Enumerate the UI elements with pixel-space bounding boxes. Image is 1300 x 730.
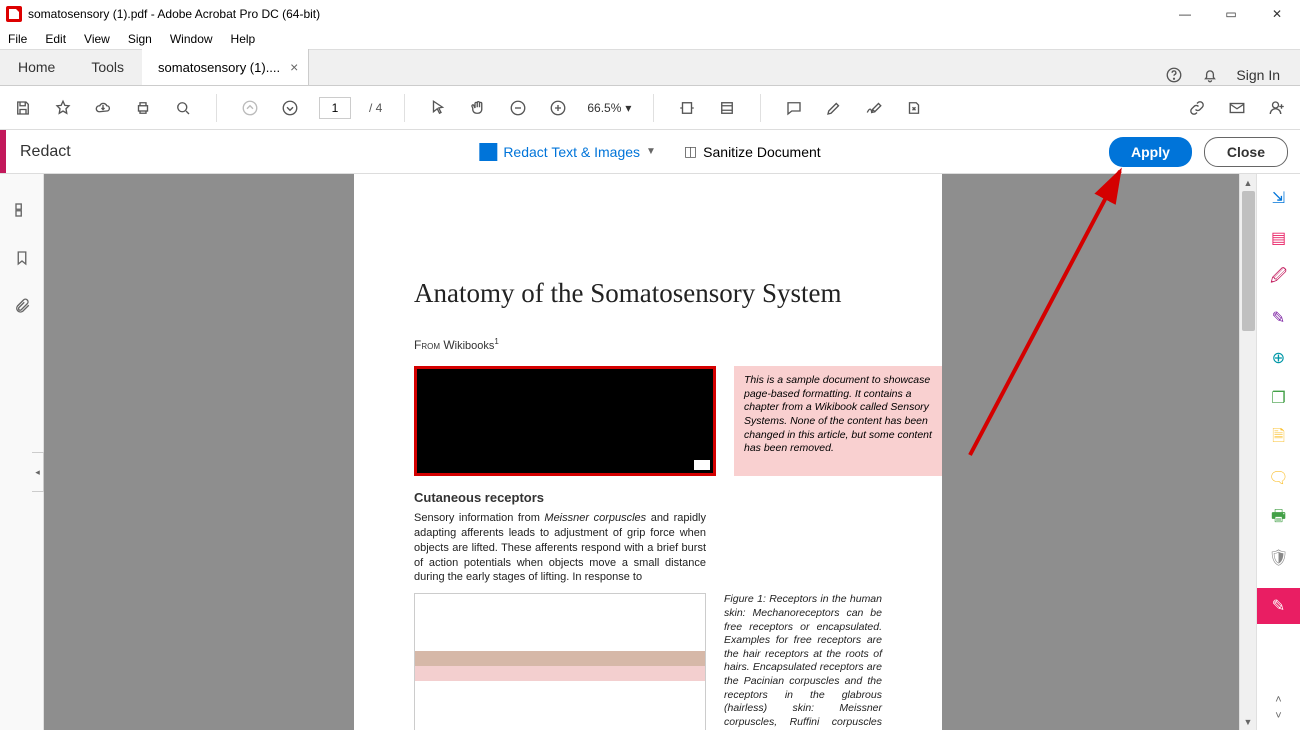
attachment-icon[interactable] xyxy=(12,296,32,316)
save-icon[interactable] xyxy=(12,97,34,119)
separator xyxy=(653,94,654,122)
document-viewport[interactable]: Anatomy of the Somatosensory System From… xyxy=(44,174,1239,730)
tools-scroll-down-icon[interactable]: ˅ xyxy=(1273,708,1283,724)
menu-view[interactable]: View xyxy=(84,32,110,46)
create-pdf-icon[interactable]: ▤ xyxy=(1269,228,1289,248)
figure-image xyxy=(414,593,706,730)
menu-window[interactable]: Window xyxy=(170,32,213,46)
hand-icon[interactable] xyxy=(467,97,489,119)
separator xyxy=(404,94,405,122)
redact-toolbar: Redact Redact Text & Images ▼ ◫ Sanitize… xyxy=(0,130,1300,174)
menu-edit[interactable]: Edit xyxy=(45,32,66,46)
redact-text-label: Redact Text & Images xyxy=(503,144,640,160)
menu-sign[interactable]: Sign xyxy=(128,32,152,46)
close-tab-icon[interactable]: × xyxy=(290,59,298,75)
menu-file[interactable]: File xyxy=(8,32,27,46)
chevron-down-icon: ▼ xyxy=(646,146,656,157)
star-icon[interactable] xyxy=(52,97,74,119)
redaction-mark[interactable] xyxy=(414,366,716,476)
menu-help[interactable]: Help xyxy=(231,32,256,46)
page-total: / 4 xyxy=(369,101,382,115)
separator xyxy=(760,94,761,122)
chevron-down-icon: ▾ xyxy=(625,101,631,115)
cloud-icon[interactable] xyxy=(92,97,114,119)
pdf-page: Anatomy of the Somatosensory System From… xyxy=(354,174,942,730)
help-icon[interactable] xyxy=(1164,65,1184,85)
zoom-out-icon[interactable] xyxy=(507,97,529,119)
sign-icon[interactable] xyxy=(863,97,885,119)
combine-icon[interactable]: ⊕ xyxy=(1269,348,1289,368)
redact-icon xyxy=(479,143,497,161)
right-tools-panel: ⇲ ▤ 🖉 ✎ ⊕ ❐ 🗎 🗨 🖶 🛡 ✎ ˄ ˅ xyxy=(1256,174,1300,730)
redact-title: Redact xyxy=(6,143,71,161)
edit-pdf-icon[interactable]: 🖉 xyxy=(1269,268,1289,288)
zoom-value: 66.5% xyxy=(587,101,621,115)
app-icon xyxy=(6,6,22,22)
sample-notice: This is a sample document to showcase pa… xyxy=(734,366,942,476)
pointer-icon[interactable] xyxy=(427,97,449,119)
main-area: ◂ Anatomy of the Somatosensory System Fr… xyxy=(0,174,1300,730)
minimize-button[interactable]: — xyxy=(1162,0,1208,28)
organize-icon[interactable]: ❐ xyxy=(1269,388,1289,408)
apply-button[interactable]: Apply xyxy=(1109,137,1192,167)
sanitize-icon: ◫ xyxy=(684,143,697,160)
tab-bar: Home Tools somatosensory (1).... × Sign … xyxy=(0,50,1300,86)
link-icon[interactable] xyxy=(1186,97,1208,119)
bell-icon[interactable] xyxy=(1200,65,1220,85)
compress-icon[interactable]: 🗎 xyxy=(1269,428,1289,448)
tab-tools[interactable]: Tools xyxy=(73,49,142,85)
page-source: From Wikibooks1 xyxy=(414,337,882,352)
redact-tool-active[interactable]: ✎ xyxy=(1257,588,1300,624)
export-pdf-icon[interactable]: ⇲ xyxy=(1269,188,1289,208)
menu-bar: File Edit View Sign Window Help xyxy=(0,28,1300,50)
scroll-up-icon[interactable]: ▲ xyxy=(1240,174,1256,191)
redact-text-images[interactable]: Redact Text & Images ▼ xyxy=(479,143,656,161)
scroll-thumb[interactable] xyxy=(1242,191,1255,331)
zoom-select[interactable]: 66.5% ▾ xyxy=(587,101,631,115)
print-tool-icon[interactable]: 🖶 xyxy=(1269,508,1289,528)
scroll-down-icon[interactable]: ▼ xyxy=(1240,713,1256,730)
page-up-icon[interactable] xyxy=(239,97,261,119)
tools-scroll-up-icon[interactable]: ˄ xyxy=(1273,692,1283,708)
fit-page-icon[interactable] xyxy=(716,97,738,119)
page-down-icon[interactable] xyxy=(279,97,301,119)
thumbnails-icon[interactable] xyxy=(12,200,32,220)
subheading: Cutaneous receptors xyxy=(414,490,882,505)
window-title: somatosensory (1).pdf - Adobe Acrobat Pr… xyxy=(28,7,320,21)
scroll-track[interactable] xyxy=(1240,191,1256,713)
figure-caption: Figure 1: Receptors in the human skin: M… xyxy=(724,593,882,730)
mail-icon[interactable] xyxy=(1226,97,1248,119)
title-bar: somatosensory (1).pdf - Adobe Acrobat Pr… xyxy=(0,0,1300,28)
page-number-input[interactable] xyxy=(319,97,351,119)
fit-width-icon[interactable] xyxy=(676,97,698,119)
body-paragraph: Sensory information from Meissner corpus… xyxy=(414,511,706,585)
tab-home[interactable]: Home xyxy=(0,49,73,85)
left-panel: ◂ xyxy=(0,174,44,730)
sign-in-link[interactable]: Sign In xyxy=(1236,67,1280,83)
comment-icon[interactable] xyxy=(783,97,805,119)
document-tab[interactable]: somatosensory (1).... × xyxy=(142,49,309,85)
sanitize-label: Sanitize Document xyxy=(703,144,821,160)
share-user-icon[interactable] xyxy=(1266,97,1288,119)
zoom-in-icon[interactable] xyxy=(547,97,569,119)
sanitize-document[interactable]: ◫ Sanitize Document xyxy=(684,143,821,160)
search-icon[interactable] xyxy=(172,97,194,119)
page-heading: Anatomy of the Somatosensory System xyxy=(414,278,882,309)
sign-doc-icon[interactable]: ✎ xyxy=(1269,308,1289,328)
protect-icon[interactable]: 🛡 xyxy=(1269,548,1289,568)
highlight-icon[interactable] xyxy=(823,97,845,119)
main-toolbar: / 4 66.5% ▾ xyxy=(0,86,1300,130)
close-window-button[interactable]: ✕ xyxy=(1254,0,1300,28)
note-icon[interactable]: 🗨 xyxy=(1269,468,1289,488)
bookmark-icon[interactable] xyxy=(12,248,32,268)
expand-left-panel[interactable]: ◂ xyxy=(32,452,44,492)
stamp-icon[interactable] xyxy=(903,97,925,119)
vertical-scrollbar[interactable]: ▲ ▼ xyxy=(1239,174,1256,730)
document-tab-label: somatosensory (1).... xyxy=(158,60,280,75)
separator xyxy=(216,94,217,122)
print-icon[interactable] xyxy=(132,97,154,119)
maximize-button[interactable]: ▭ xyxy=(1208,0,1254,28)
close-button[interactable]: Close xyxy=(1204,137,1288,167)
